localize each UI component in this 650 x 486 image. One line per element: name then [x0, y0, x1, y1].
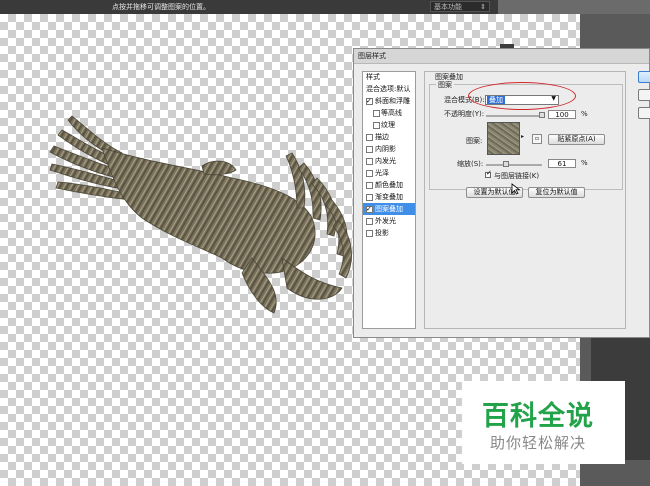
- style-item-label: 渐变叠加: [375, 193, 403, 201]
- style-checkbox[interactable]: [366, 95, 373, 107]
- workspace-label: 基本功能: [434, 3, 462, 11]
- watermark-logo: 百科全说 助你轻松解决: [462, 381, 625, 464]
- style-checkbox[interactable]: [373, 110, 380, 117]
- opacity-percent: %: [581, 110, 588, 118]
- scale-percent: %: [581, 159, 588, 167]
- style-item-label: 斜面和浮雕: [375, 97, 410, 105]
- link-layer-checkbox[interactable]: [485, 169, 492, 178]
- watermark-subtitle: 助你轻松解决: [490, 434, 587, 452]
- opacity-slider-thumb[interactable]: [539, 112, 545, 118]
- highlight-ellipse: [468, 82, 576, 110]
- style-item-label: 内发光: [375, 157, 396, 165]
- subsection-title: 图案: [436, 80, 454, 90]
- style-checkbox[interactable]: [366, 158, 373, 165]
- style-checkbox[interactable]: [366, 170, 373, 177]
- style-item[interactable]: 斜面和浮雕: [363, 95, 415, 107]
- style-item-label: 内阴影: [375, 145, 396, 153]
- pattern-swatch[interactable]: [487, 122, 520, 155]
- reset-default-button[interactable]: 复位为默认值: [528, 187, 585, 198]
- style-checkbox[interactable]: [366, 194, 373, 201]
- style-checkbox[interactable]: [366, 134, 373, 141]
- link-layer-label: 与图层链接(K): [494, 172, 540, 180]
- styles-header[interactable]: 样式: [363, 72, 415, 83]
- style-item[interactable]: 内发光: [363, 155, 415, 167]
- scale-field[interactable]: 61: [548, 159, 576, 168]
- style-checkbox[interactable]: [373, 122, 380, 129]
- opacity-field[interactable]: 100: [548, 110, 576, 119]
- new-preset-icon[interactable]: ▫: [532, 134, 542, 144]
- style-item-label: 光泽: [375, 169, 389, 177]
- style-item[interactable]: 纹理: [363, 119, 415, 131]
- snap-origin-button[interactable]: 贴紧原点(A): [548, 134, 605, 145]
- updown-arrow-icon: ⇕: [480, 3, 486, 11]
- blend-options-item[interactable]: 混合选项:默认: [363, 83, 415, 95]
- opacity-label: 不透明度(Y):: [444, 110, 485, 118]
- style-item[interactable]: 投影: [363, 227, 415, 239]
- watermark-title: 百科全说: [482, 401, 594, 432]
- style-item[interactable]: 外发光: [363, 215, 415, 227]
- scale-label: 缩放(S):: [457, 160, 484, 168]
- style-item[interactable]: 光泽: [363, 167, 415, 179]
- style-item-label: 颜色叠加: [375, 181, 403, 189]
- style-item-label: 图案叠加: [375, 205, 403, 213]
- style-item[interactable]: 描边: [363, 131, 415, 143]
- style-item-label: 纹理: [381, 121, 395, 129]
- style-checkbox[interactable]: [366, 146, 373, 153]
- new-style-button[interactable]: [638, 107, 650, 119]
- style-checkbox[interactable]: [366, 203, 373, 215]
- styles-list: 样式 混合选项:默认 斜面和浮雕等高线纹理描边内阴影内发光光泽颜色叠加渐变叠加图…: [362, 71, 416, 329]
- workspace-switcher[interactable]: 基本功能 ⇕: [430, 1, 490, 12]
- options-bar: 点按并拖移可调整图案的位置。 基本功能 ⇕: [0, 0, 650, 14]
- style-checkbox[interactable]: [366, 182, 373, 189]
- style-checkbox[interactable]: [366, 230, 373, 237]
- ok-button[interactable]: [638, 71, 650, 83]
- style-item[interactable]: 颜色叠加: [363, 179, 415, 191]
- style-item[interactable]: 等高线: [363, 107, 415, 119]
- mouse-cursor-icon: [511, 183, 521, 195]
- eagle-layer-image: [49, 115, 352, 314]
- style-item-label: 等高线: [381, 109, 402, 117]
- opacity-slider[interactable]: [486, 115, 542, 117]
- hint-text: 点按并拖移可调整图案的位置。: [112, 3, 210, 11]
- style-item[interactable]: 内阴影: [363, 143, 415, 155]
- style-item-label: 外发光: [375, 217, 396, 225]
- style-item[interactable]: 渐变叠加: [363, 191, 415, 203]
- style-checkbox[interactable]: [366, 218, 373, 225]
- style-item-label: 投影: [375, 229, 389, 237]
- style-item[interactable]: 图案叠加: [363, 203, 415, 215]
- pattern-label: 图案:: [466, 137, 483, 145]
- pattern-picker-arrow-icon[interactable]: ▸: [521, 133, 524, 140]
- cancel-button[interactable]: [638, 89, 650, 101]
- dialog-title: 图层样式: [354, 49, 649, 64]
- panel-strip: [498, 0, 650, 14]
- scale-slider[interactable]: [486, 164, 542, 166]
- style-item-label: 描边: [375, 133, 389, 141]
- scale-slider-thumb[interactable]: [503, 161, 509, 167]
